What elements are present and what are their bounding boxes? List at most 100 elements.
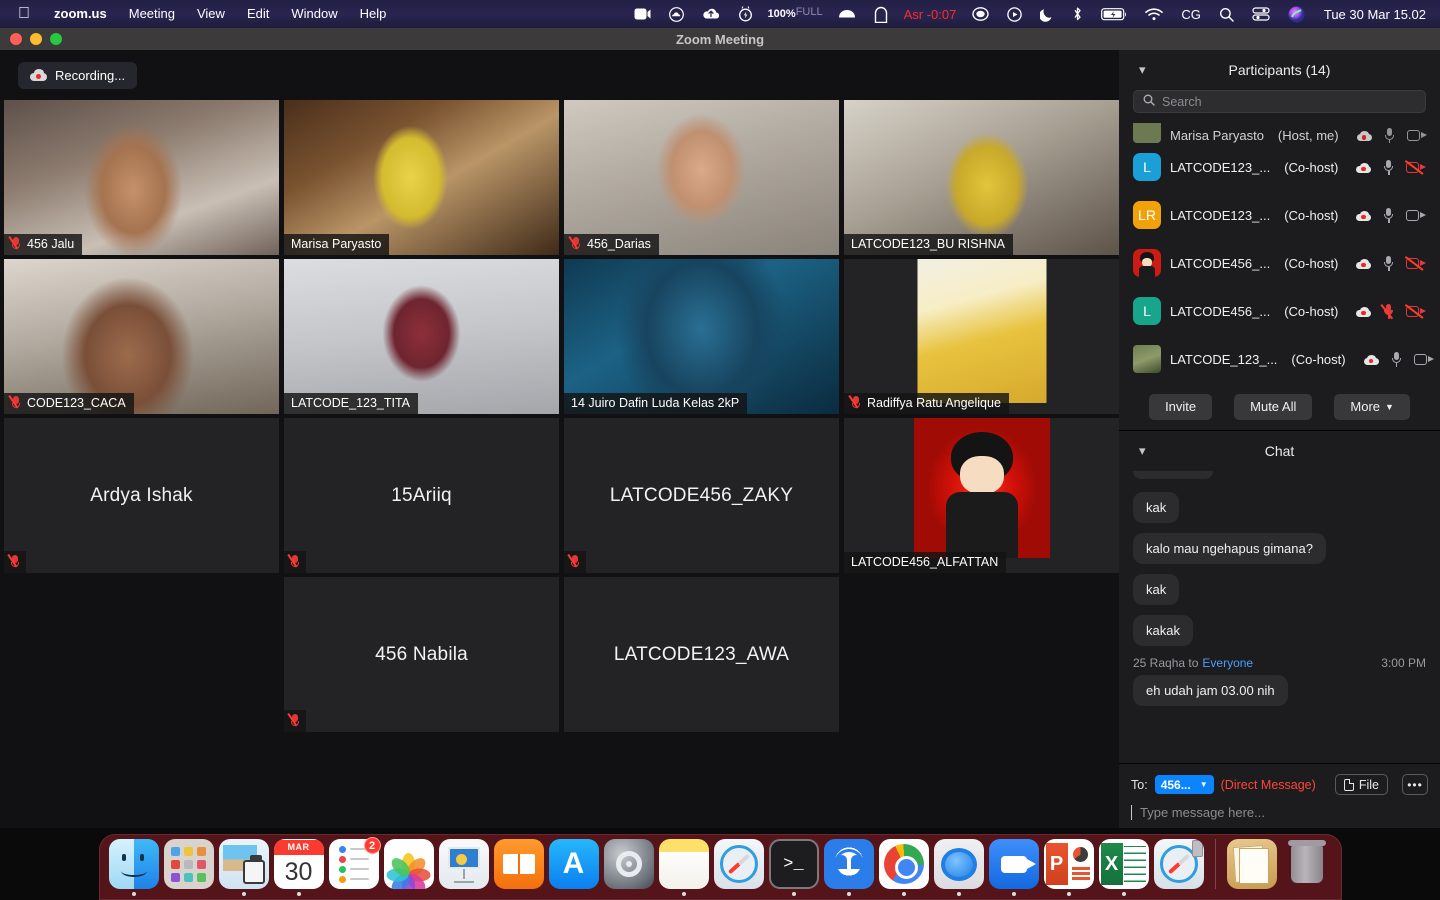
control-center-icon[interactable] xyxy=(1243,0,1279,28)
file-button[interactable]: File xyxy=(1334,774,1388,795)
chat-more-options-button[interactable]: ••• xyxy=(1402,774,1428,795)
video-tile-code123-caca[interactable]: CODE123_CACA xyxy=(4,259,279,414)
video-tile-456-darias[interactable]: 456_Darias xyxy=(564,100,839,255)
bowl-icon[interactable] xyxy=(829,0,865,28)
camera-icon[interactable] xyxy=(1413,353,1434,366)
camera-off-icon[interactable] xyxy=(1405,255,1427,271)
dock-item-finder[interactable] xyxy=(108,839,160,896)
menu-meeting[interactable]: Meeting xyxy=(118,0,186,28)
bluetooth-icon[interactable] xyxy=(1063,0,1092,28)
participants-search-input[interactable] xyxy=(1162,94,1416,109)
avatar xyxy=(1133,345,1161,373)
chat-bubble-icon[interactable] xyxy=(963,0,998,28)
menu-zoom-us[interactable]: zoom.us xyxy=(43,0,118,28)
dock-item-app-store[interactable]: A xyxy=(548,839,600,896)
menu-edit[interactable]: Edit xyxy=(236,0,280,28)
video-tile-ardya-ishak[interactable]: Ardya Ishak xyxy=(4,418,279,573)
dock-item-terminal[interactable]: >_ xyxy=(768,839,820,896)
dock-item-system-preferences[interactable] xyxy=(603,839,655,896)
wifi-icon[interactable] xyxy=(1136,0,1172,28)
dock-item-safari-old[interactable] xyxy=(713,839,765,896)
dock-item-zoom[interactable] xyxy=(988,839,1040,896)
dock-item-excel[interactable]: X xyxy=(1098,839,1150,896)
menu-window[interactable]: Window xyxy=(280,0,348,28)
search-icon[interactable] xyxy=(1210,0,1243,28)
dock-item-photos[interactable] xyxy=(383,839,435,896)
video-tile-15ariiq[interactable]: 15Ariiq xyxy=(284,418,559,573)
invite-button[interactable]: Invite xyxy=(1149,393,1213,420)
participants-list[interactable]: Marisa Paryasto (Host, me) L LATCODE123_… xyxy=(1119,123,1440,383)
video-tile-456-jalu[interactable]: 456 Jalu xyxy=(4,100,279,255)
mic-icon[interactable] xyxy=(1383,207,1394,223)
battery-icon[interactable] xyxy=(1092,0,1136,28)
video-tile-latcode-123-tita[interactable]: LATCODE_123_TITA xyxy=(284,259,559,414)
more-button[interactable]: More ▼ xyxy=(1334,393,1410,420)
camera-off-icon[interactable] xyxy=(1405,159,1427,175)
participants-search-box[interactable] xyxy=(1133,90,1426,113)
participant-row[interactable]: L LATCODE123_... (Co-host) xyxy=(1119,143,1440,191)
dock-item-calendar[interactable]: MAR 30 xyxy=(273,839,325,896)
video-tile-456-nabila[interactable]: 456 Nabila xyxy=(284,577,559,732)
chat-message-list[interactable]: kak kalo mau ngehapus gimana? kak kakak … xyxy=(1119,471,1440,763)
mute-all-button[interactable]: Mute All xyxy=(1234,393,1313,420)
dock-item-preview[interactable] xyxy=(218,839,270,896)
siri-icon[interactable] xyxy=(1279,0,1314,28)
chat-input-row[interactable] xyxy=(1131,803,1428,820)
dock-item-books[interactable] xyxy=(493,839,545,896)
video-tile-latcode456-zaky[interactable]: LATCODE456_ZAKY xyxy=(564,418,839,573)
video-tile-latcode123-awa[interactable]: LATCODE123_AWA xyxy=(564,577,839,732)
screen-record-icon[interactable] xyxy=(625,0,660,28)
menu-view[interactable]: View xyxy=(186,0,236,28)
arch-icon[interactable] xyxy=(865,0,897,28)
mic-icon[interactable] xyxy=(1391,351,1402,367)
dock-separator xyxy=(1214,839,1216,889)
chat-recipient[interactable]: Everyone xyxy=(1202,656,1253,670)
dock-item-messages[interactable] xyxy=(933,839,985,896)
mic-icon[interactable] xyxy=(1383,159,1394,175)
camera-off-icon[interactable] xyxy=(1405,303,1427,319)
participant-row[interactable]: L LATCODE456_... (Co-host) xyxy=(1119,287,1440,335)
dock-item-documents-stack[interactable] xyxy=(1226,839,1278,896)
cloud-upload-icon[interactable] xyxy=(693,0,729,28)
moon-icon[interactable] xyxy=(1031,0,1063,28)
chevron-down-icon[interactable]: ▾ xyxy=(1139,443,1146,459)
dock-item-safari[interactable] xyxy=(1153,839,1205,896)
recipient-dropdown[interactable]: 456... ▼ xyxy=(1154,775,1214,794)
prayer-timer[interactable]: Asr -0:07 xyxy=(897,7,964,22)
battery-health-icon[interactable] xyxy=(729,0,762,28)
keynote-icon xyxy=(438,839,489,889)
keyboard-layout-indicator[interactable]: CG xyxy=(1172,7,1210,22)
dock-item-chrome[interactable] xyxy=(878,839,930,896)
chat-bubble-clipped xyxy=(1133,471,1213,479)
participant-row[interactable]: LATCODE_123_... (Co-host) xyxy=(1119,335,1440,383)
dock-item-zoom-browser[interactable] xyxy=(823,839,875,896)
dock-item-reminders[interactable]: 2 xyxy=(328,837,381,896)
chat-message-input[interactable] xyxy=(1133,805,1428,820)
recording-button[interactable]: Recording... xyxy=(18,61,138,89)
dock-item-keynote[interactable] xyxy=(438,839,490,896)
participant-row[interactable]: LR LATCODE123_... (Co-host) xyxy=(1119,191,1440,239)
mic-muted-icon[interactable] xyxy=(1381,303,1394,319)
menu-bar-clock[interactable]: Tue 30 Mar 15.02 xyxy=(1314,7,1432,22)
dock-item-notes[interactable] xyxy=(658,839,710,896)
apple-logo-icon[interactable]:  xyxy=(10,1,43,27)
video-tile-marisa-paryasto[interactable]: Marisa Paryasto xyxy=(284,100,559,255)
video-tile-latcode456-alfattan[interactable]: LATCODE456_ALFATTAN xyxy=(844,418,1119,573)
dock-item-trash[interactable] xyxy=(1281,839,1333,896)
dock-item-launchpad[interactable] xyxy=(163,839,215,896)
video-tile-juiro-dafin-luda[interactable]: 14 Juiro Dafin Luda Kelas 2kP xyxy=(564,259,839,414)
participant-row-host-clipped[interactable]: Marisa Paryasto (Host, me) xyxy=(1119,123,1440,143)
mic-icon[interactable] xyxy=(1384,128,1395,143)
camera-icon[interactable] xyxy=(1406,129,1427,142)
mic-icon[interactable] xyxy=(1383,255,1394,271)
cloud-icon[interactable] xyxy=(660,0,693,28)
video-tile-latcode123-bu-rishna[interactable]: LATCODE123_BU RISHNA xyxy=(844,100,1119,255)
video-tile-radiffya-ratu-angelique[interactable]: Radiffya Ratu Angelique xyxy=(844,259,1119,414)
camera-icon[interactable] xyxy=(1406,209,1427,222)
menu-help[interactable]: Help xyxy=(349,0,398,28)
video-feed xyxy=(284,259,559,414)
chevron-down-icon[interactable]: ▾ xyxy=(1139,62,1146,78)
play-circle-icon[interactable] xyxy=(998,0,1031,28)
participant-row[interactable]: LATCODE456_... (Co-host) xyxy=(1119,239,1440,287)
dock-item-powerpoint[interactable]: P xyxy=(1043,839,1095,896)
